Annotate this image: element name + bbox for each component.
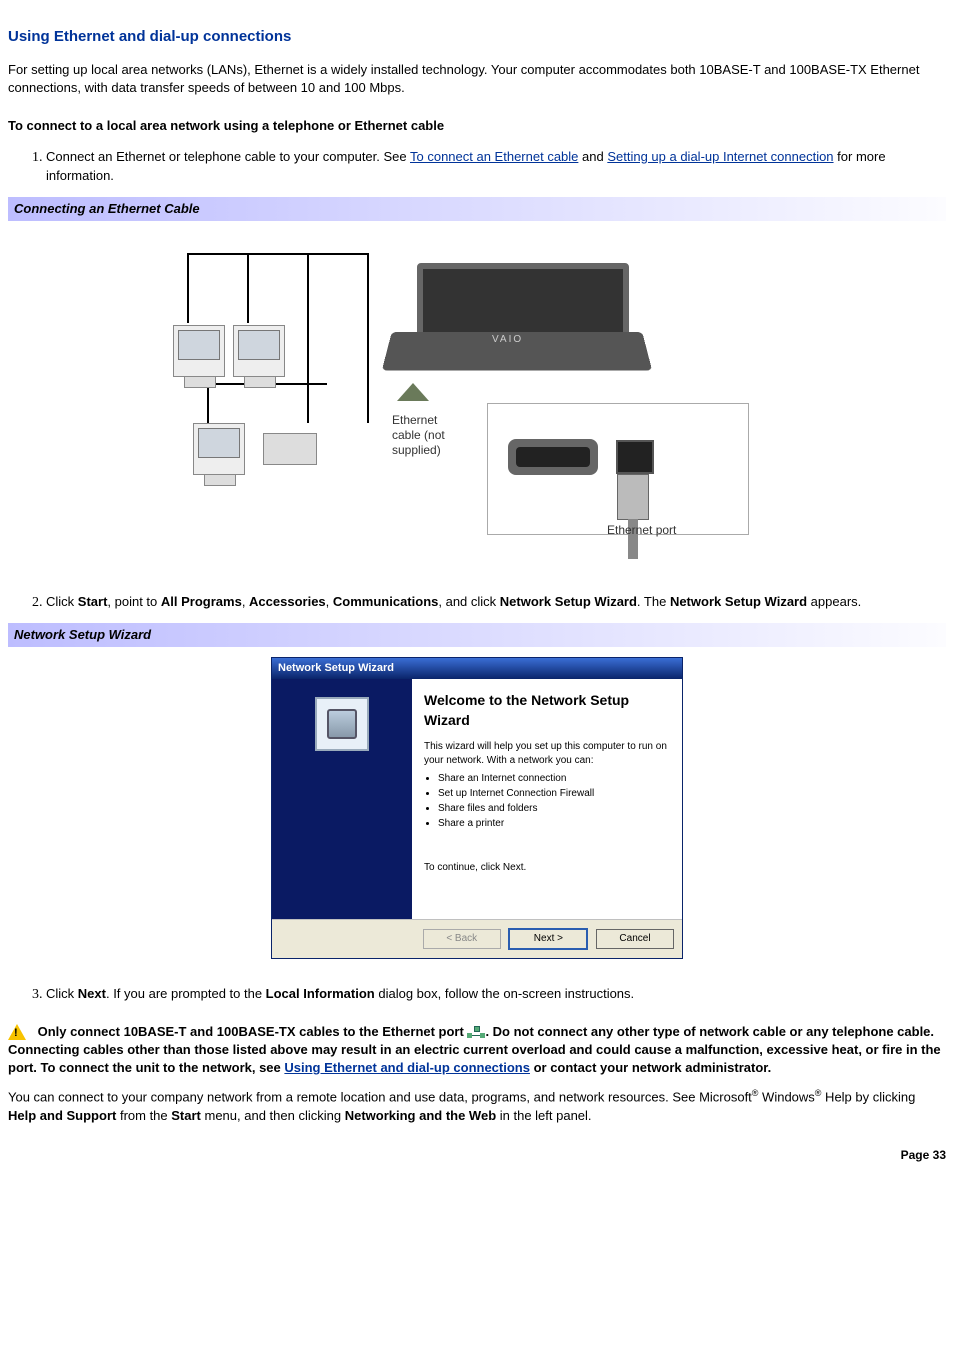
laptop-logo: VAIO: [492, 333, 523, 347]
link-dialup-setup[interactable]: Setting up a dial-up Internet connection: [607, 149, 833, 164]
wizard-badge-icon: [315, 697, 369, 751]
next-button[interactable]: Next >: [508, 928, 588, 950]
kw-all-programs: All Programs: [161, 594, 242, 609]
kw-local-information: Local Information: [266, 986, 375, 1001]
desktop-icon: [173, 325, 225, 377]
ethernet-port-glyph-icon: [467, 1026, 485, 1038]
back-button[interactable]: < Back: [423, 929, 501, 949]
figure1-caption: Connecting an Ethernet Cable: [8, 197, 946, 221]
wizard-button-bar: < Back Next > Cancel: [272, 919, 682, 958]
wizard-sidebar: [272, 679, 412, 919]
kw-start: Start: [78, 594, 108, 609]
step1-text: Connect an Ethernet or telephone cable t…: [46, 149, 410, 164]
closing-paragraph: You can connect to your company network …: [8, 1087, 946, 1125]
cancel-button[interactable]: Cancel: [596, 929, 674, 949]
wizard-titlebar: Network Setup Wizard: [272, 658, 682, 679]
pointer-arrow-icon: [397, 383, 429, 401]
port-closeup: [487, 403, 749, 535]
port-label: Ethernet port: [607, 523, 676, 538]
kw-network-setup-wizard2: Network Setup Wizard: [670, 594, 807, 609]
kw-next: Next: [78, 986, 106, 1001]
cable-label: Ethernet cable (not supplied): [392, 413, 445, 458]
ethernet-diagram: VAIO Ethernet cable (not supplied) Ether…: [177, 233, 777, 563]
page-number: Page 33: [8, 1147, 946, 1164]
laptop-icon: VAIO: [387, 263, 647, 383]
wizard-dialog: Network Setup Wizard Welcome to the Netw…: [271, 657, 683, 959]
link-using-ethernet[interactable]: Using Ethernet and dial-up connections: [284, 1060, 530, 1075]
step-1: Connect an Ethernet or telephone cable t…: [46, 148, 946, 187]
wizard-bullet: Share a printer: [438, 817, 670, 831]
desktop-icon: [233, 325, 285, 377]
step1-mid: and: [582, 149, 607, 164]
wizard-bullet-list: Share an Internet connection Set up Inte…: [438, 772, 670, 831]
kw-accessories: Accessories: [249, 594, 326, 609]
kw-start2: Start: [171, 1108, 201, 1123]
link-connect-ethernet[interactable]: To connect an Ethernet cable: [410, 149, 578, 164]
vga-port-icon: [508, 439, 598, 475]
step-2: Click Start, point to All Programs, Acce…: [46, 593, 946, 613]
figure2-caption: Network Setup Wizard: [8, 623, 946, 647]
desktop-icon: [193, 423, 245, 475]
ethernet-port-icon: [616, 440, 654, 474]
wizard-description: This wizard will help you set up this co…: [424, 740, 670, 768]
wizard-continue-text: To continue, click Next.: [424, 861, 670, 875]
kw-network-setup-wizard: Network Setup Wizard: [500, 594, 637, 609]
wizard-heading: Welcome to the Network Setup Wizard: [424, 691, 670, 730]
kw-help-and-support: Help and Support: [8, 1108, 116, 1123]
step-3: Click Next. If you are prompted to the L…: [46, 985, 946, 1005]
wizard-bullet: Share files and folders: [438, 802, 670, 816]
section-heading: Using Ethernet and dial-up connections: [8, 26, 946, 47]
intro-paragraph: For setting up local area networks (LANs…: [8, 61, 946, 97]
procedure-heading: To connect to a local area network using…: [8, 117, 946, 135]
warning-note: Only connect 10BASE-T and 100BASE-TX cab…: [8, 1023, 946, 1078]
warning-icon: [8, 1024, 26, 1040]
kw-communications: Communications: [333, 594, 438, 609]
printer-icon: [263, 433, 317, 465]
wizard-bullet: Set up Internet Connection Firewall: [438, 787, 670, 801]
ethernet-plug-icon: [617, 474, 649, 520]
kw-networking-web: Networking and the Web: [345, 1108, 496, 1123]
wizard-bullet: Share an Internet connection: [438, 772, 670, 786]
